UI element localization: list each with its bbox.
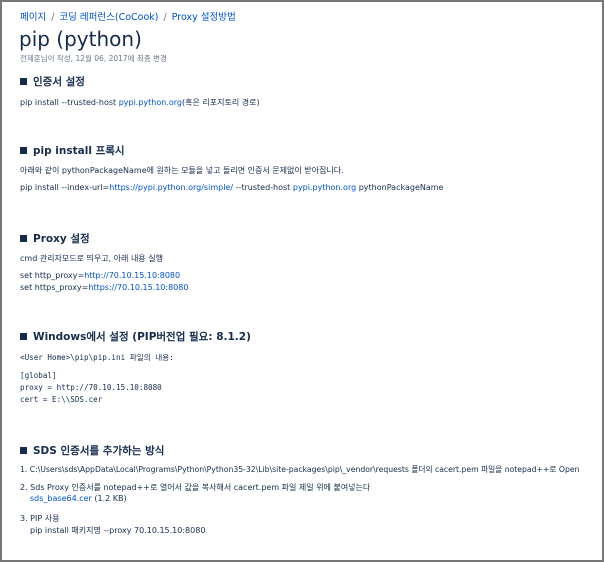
square-bullet-icon xyxy=(20,447,27,454)
cert-command: pip install --trusted-host pypi.python.o… xyxy=(20,97,260,108)
breadcrumb-separator: / xyxy=(51,12,55,23)
sds-step-3: 3. PIP 사용 xyxy=(20,514,60,523)
https-proxy-line: set https_proxy=https://70.10.15.10:8080 xyxy=(20,283,188,292)
pip-proxy-command: pip install --index-url=https://pypi.pyt… xyxy=(20,183,443,192)
sds-attachment: sds_base64.cer (1.2 KB) xyxy=(20,494,127,503)
cert-host-link[interactable]: pypi.python.org xyxy=(119,98,182,107)
section-heading-windows: Windows에서 설정 (PIP버전업 필요: 8.1.2) xyxy=(20,329,251,344)
cert-command-post: (혹은 리포지토리 경로) xyxy=(182,98,260,107)
section-heading-sds: SDS 인증서를 추가하는 방식 xyxy=(20,443,164,458)
page-frame: 페이지 / 코딩 레퍼런스(CoCook) / Proxy 설정방법 pip (pyth… xyxy=(0,0,604,562)
section-heading-pip-proxy-text: pip install 프록시 xyxy=(33,145,125,157)
pip-ini-code-line-2: proxy = http://70.10.15.10:8080 xyxy=(20,383,162,392)
section-heading-windows-text: Windows에서 설정 (PIP버전업 필요: 8.1.2) xyxy=(33,331,251,343)
square-bullet-icon xyxy=(20,78,27,85)
section-heading-proxy: Proxy 설정 xyxy=(20,231,90,246)
attachment-link[interactable]: sds_base64.cer xyxy=(30,494,92,503)
http-proxy-link[interactable]: http://70.10.15.10:8080 xyxy=(84,271,180,280)
square-bullet-icon xyxy=(20,235,27,242)
breadcrumb: 페이지 / 코딩 레퍼런스(CoCook) / Proxy 설정방법 xyxy=(20,9,236,23)
trusted-host-link[interactable]: pypi.python.org xyxy=(293,183,356,192)
http-proxy-pre: set http_proxy= xyxy=(20,271,85,280)
pip-proxy-description: 아래와 같이 pythonPackageName에 원하는 모듈을 넣고 돌리면… xyxy=(20,166,344,175)
section-heading-proxy-text: Proxy 설정 xyxy=(33,233,90,245)
section-heading-cert: 인증서 설정 xyxy=(20,74,85,89)
breadcrumb-separator: / xyxy=(163,12,167,23)
sds-step-2: 2. Sds Proxy 인증서를 notepad++로 열어서 값을 복사해서… xyxy=(20,483,371,492)
https-proxy-link[interactable]: https://70.10.15.10:8080 xyxy=(88,283,188,292)
breadcrumb-item-pages[interactable]: 페이지 xyxy=(20,12,46,23)
attachment-size: (1.2 KB) xyxy=(91,494,127,503)
breadcrumb-item-proxy[interactable]: Proxy 설정방법 xyxy=(172,12,236,23)
pip-ini-code-line-1: [global] xyxy=(20,371,57,380)
sds-step-3-command: pip install 패키지명 --proxy 70.10.15.10:808… xyxy=(30,526,206,535)
section-heading-cert-text: 인증서 설정 xyxy=(33,76,85,88)
pip-ini-code-line-3: cert = E:\\SDS.cer xyxy=(20,395,103,404)
section-heading-pip-proxy: pip install 프록시 xyxy=(20,143,125,158)
page-byline: 전제훈님이 작성, 12월 06, 2017에 최종 변경 xyxy=(20,54,167,63)
http-proxy-line: set http_proxy=http://70.10.15.10:8080 xyxy=(20,271,180,280)
pip-proxy-command-post: pythonPackageName xyxy=(356,183,444,192)
square-bullet-icon xyxy=(20,333,27,340)
pip-proxy-command-mid: --trusted-host xyxy=(233,183,293,192)
https-proxy-pre: set https_proxy= xyxy=(20,283,89,292)
breadcrumb-item-cocook[interactable]: 코딩 레퍼런스(CoCook) xyxy=(59,12,158,23)
sds-step-1: 1. C:\Users\sds\AppData\Local\Programs\P… xyxy=(20,465,580,474)
pip-ini-path: <User Home>\pip\pip.ini 파일의 내용: xyxy=(20,353,174,362)
index-url-link[interactable]: https://pypi.python.org/simple/ xyxy=(109,183,233,192)
proxy-description: cmd 관리자모드로 띄우고, 아래 내용 실행 xyxy=(20,254,163,263)
cert-command-pre: pip install --trusted-host xyxy=(20,98,119,107)
square-bullet-icon xyxy=(20,147,27,154)
pip-proxy-command-pre: pip install --index-url= xyxy=(20,183,110,192)
section-heading-sds-text: SDS 인증서를 추가하는 방식 xyxy=(33,445,165,457)
page-title: pip (python) xyxy=(19,27,142,51)
